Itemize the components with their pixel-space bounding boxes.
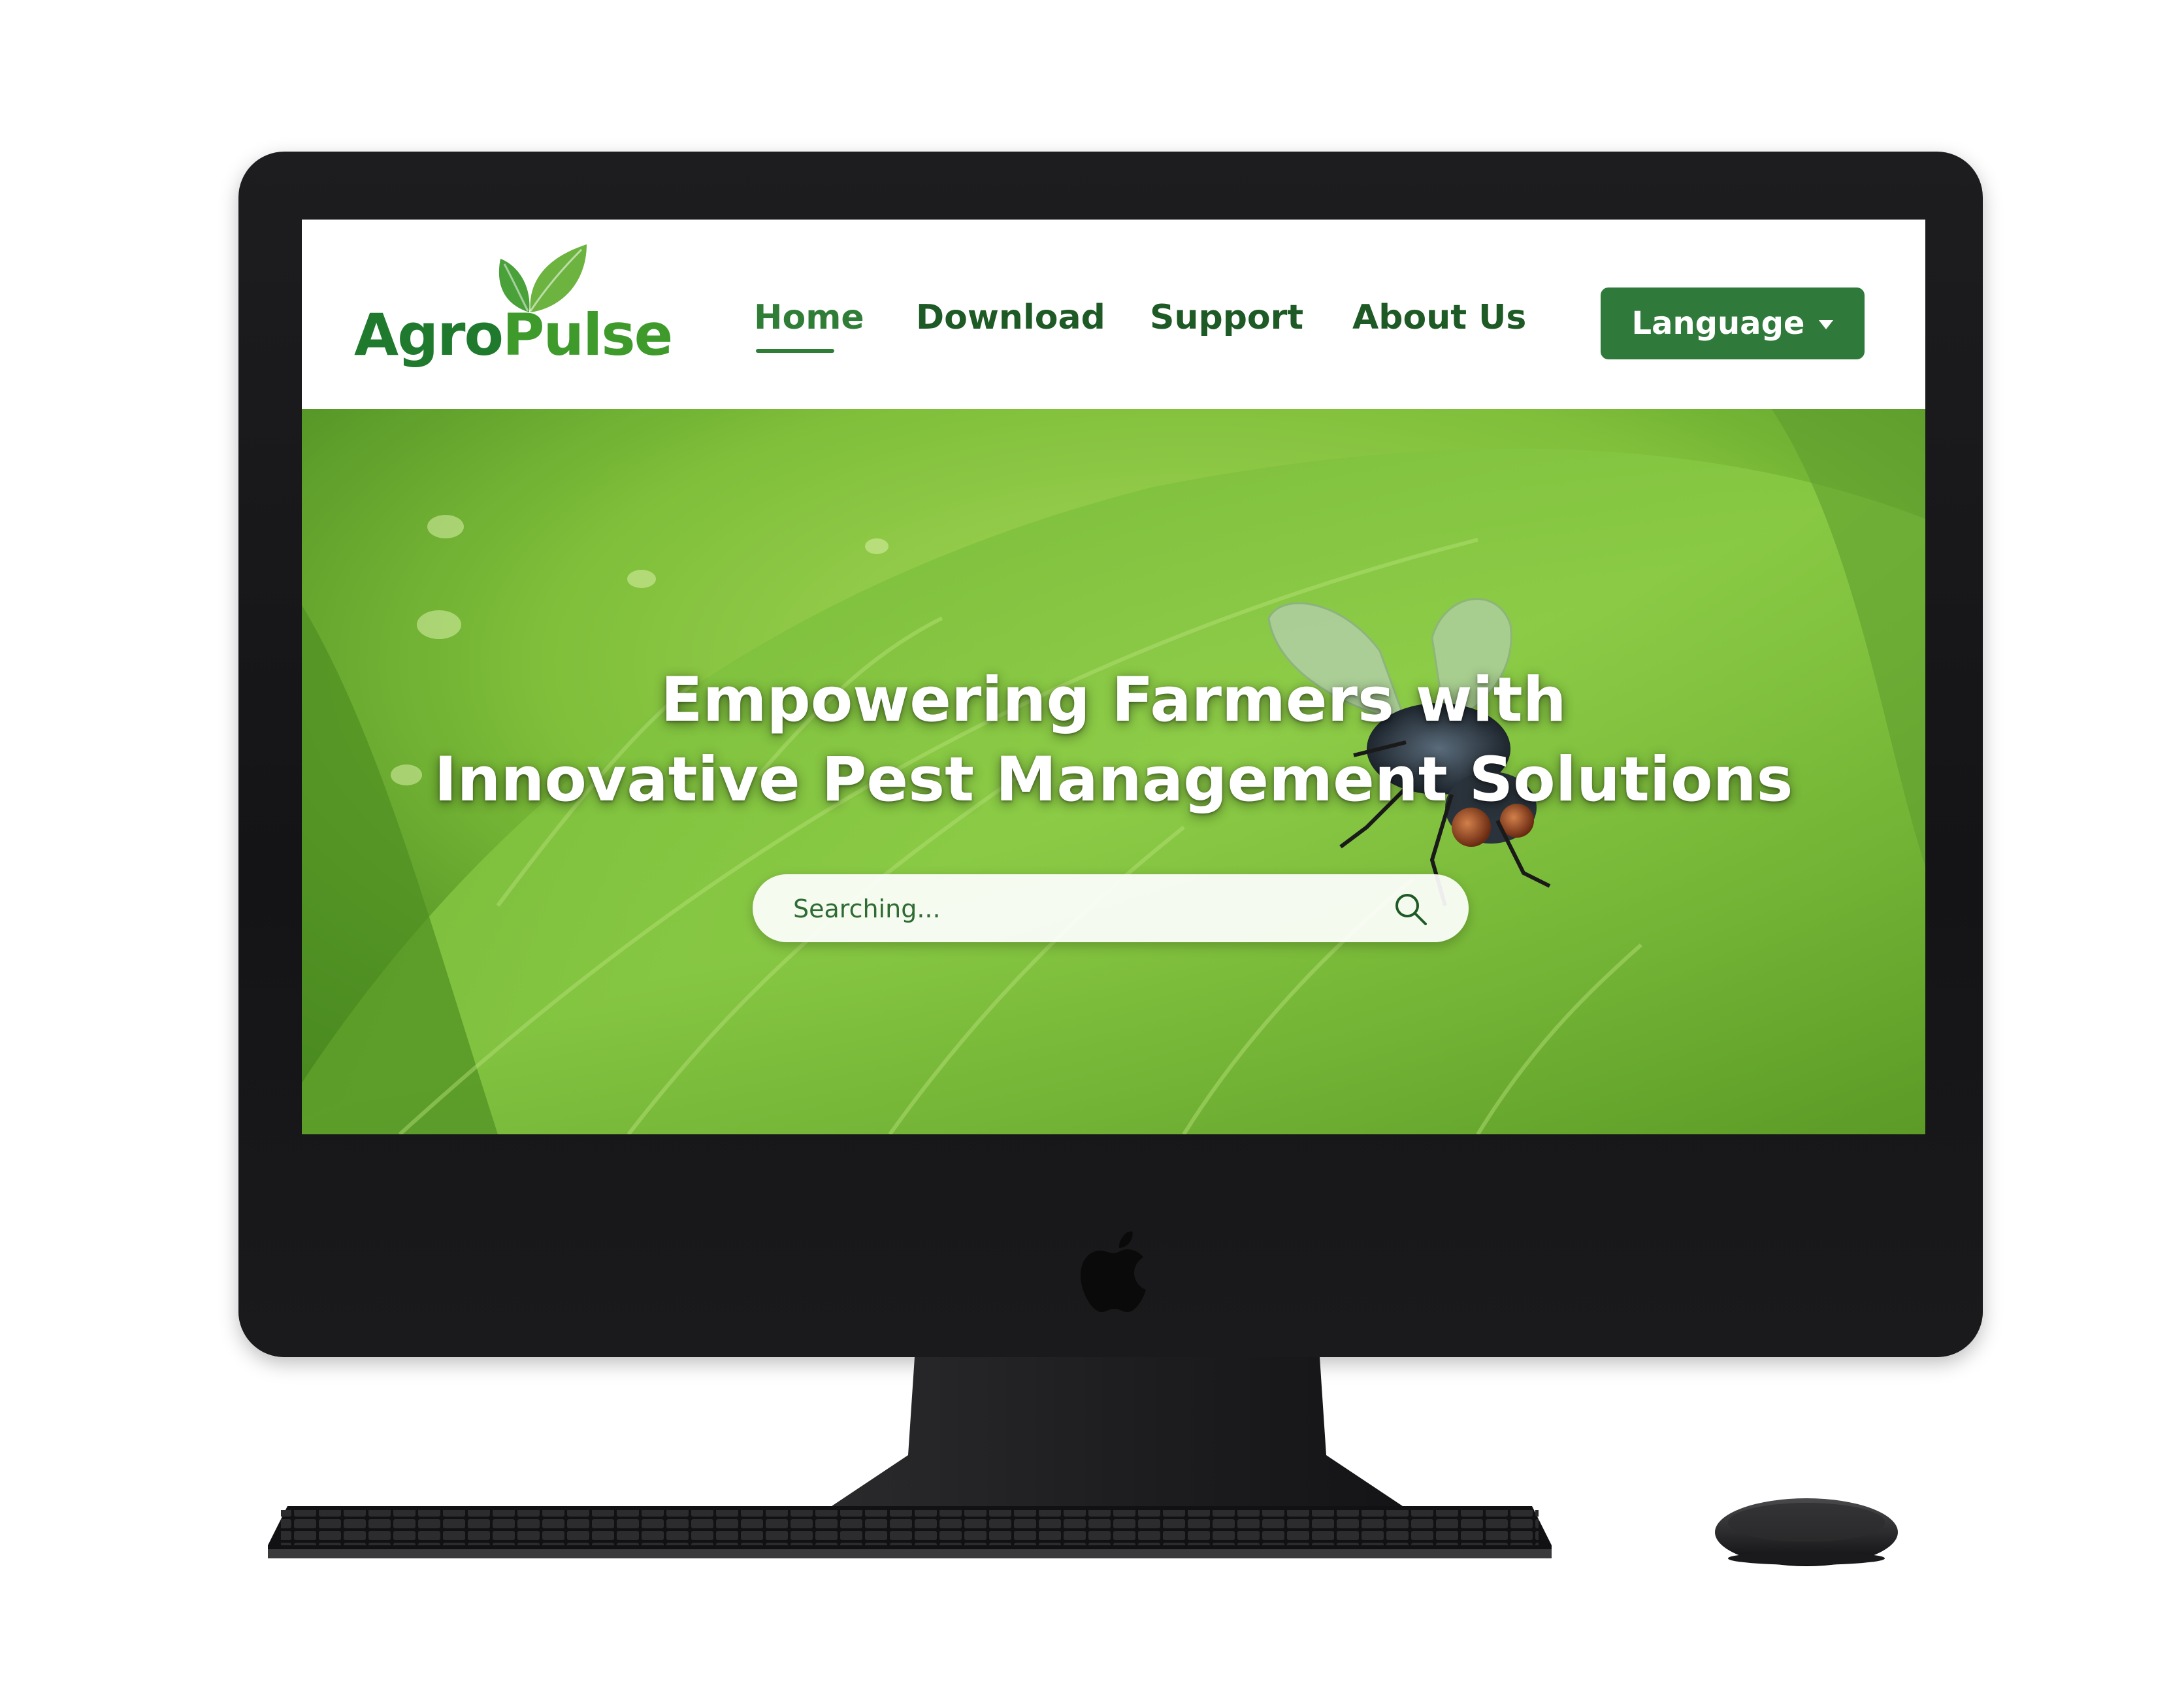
logo-wordmark: AgroPulse — [354, 301, 673, 369]
mouse — [1715, 1498, 1898, 1566]
mockup-stage: AgroPulse Home Download Support About Us… — [0, 0, 2169, 1708]
nav-link-support[interactable]: Support — [1150, 298, 1303, 337]
logo-text-agro: Agro — [354, 301, 504, 369]
nav-link-home[interactable]: Home — [754, 298, 864, 337]
search-icon[interactable] — [1393, 891, 1428, 927]
browser-viewport: AgroPulse Home Download Support About Us… — [302, 220, 1925, 1134]
keyboard — [268, 1506, 1552, 1558]
hero-headline-line-2: Innovative Pest Management Solutions — [434, 744, 1793, 815]
site-header: AgroPulse Home Download Support About Us… — [302, 220, 1925, 409]
language-dropdown-button[interactable]: Language — [1601, 287, 1865, 359]
apple-logo-icon — [1081, 1231, 1146, 1312]
language-button-label: Language — [1631, 305, 1805, 342]
hero-headline: Empowering Farmers with Innovative Pest … — [302, 661, 1925, 820]
nav-link-about-us[interactable]: About Us — [1352, 298, 1526, 337]
search-input[interactable] — [792, 874, 1369, 944]
logo-text-pulse: Pulse — [502, 301, 673, 369]
hero-section: Empowering Farmers with Innovative Pest … — [302, 409, 1925, 1134]
nav-active-indicator — [756, 349, 834, 353]
monitor-stand — [830, 1357, 1405, 1507]
hero-headline-line-1: Empowering Farmers with — [660, 665, 1567, 736]
nav-link-download[interactable]: Download — [916, 298, 1105, 337]
site-logo[interactable]: AgroPulse — [354, 239, 673, 389]
search-bar — [753, 874, 1469, 944]
caret-down-icon — [1819, 320, 1834, 329]
